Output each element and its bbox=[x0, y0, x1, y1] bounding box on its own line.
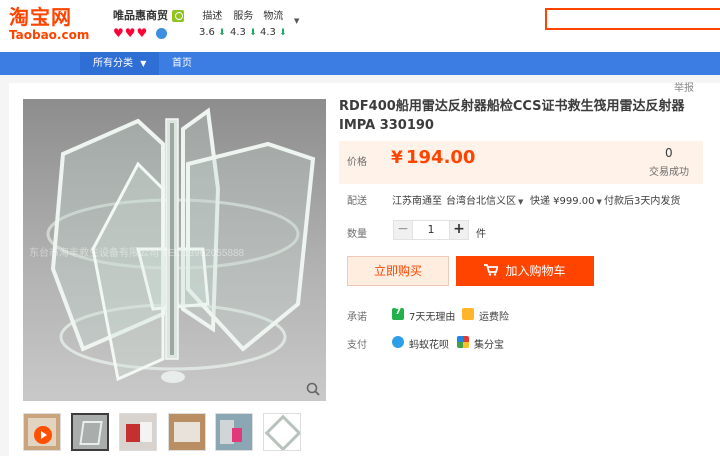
huabei-icon bbox=[392, 336, 404, 348]
jifenbao-icon bbox=[457, 336, 469, 348]
watermark-text: 东台市海丰救生设备有限公司 TEL:13962055888 bbox=[29, 246, 245, 259]
score-label: 描述 bbox=[202, 11, 223, 22]
thumbnail-strip bbox=[23, 413, 313, 453]
score-value: 4.3 ⬇ bbox=[230, 27, 257, 38]
quantity-increase-button[interactable]: + bbox=[449, 220, 469, 240]
heart-icon: ♥ bbox=[124, 26, 136, 40]
pay-2[interactable]: 集分宝 bbox=[474, 336, 504, 351]
quantity-label: 数量 bbox=[347, 229, 367, 240]
down-arrow-icon: ⬇ bbox=[279, 28, 287, 38]
shipping-fee-selector[interactable]: 快递 ¥999.00 ▼ bbox=[530, 192, 602, 207]
radar-reflector-image: 东台市海丰救生设备有限公司 TEL:13962055888 bbox=[29, 107, 316, 383]
zoom-icon[interactable] bbox=[306, 382, 320, 396]
sold-count: 0 bbox=[665, 146, 673, 160]
price-value: 194.00 bbox=[406, 147, 476, 168]
thumbnail-3[interactable] bbox=[168, 413, 206, 451]
chevron-down-icon: ▼ bbox=[140, 59, 147, 68]
pay-label: 支付 bbox=[347, 340, 367, 351]
score-label: 物流 bbox=[263, 11, 284, 22]
delivery-label: 配送 bbox=[347, 196, 367, 207]
price-label: 价格 bbox=[347, 157, 367, 168]
thumbnail-video[interactable] bbox=[23, 413, 61, 451]
nav-category-label: 所有分类 bbox=[93, 58, 133, 69]
shop-badge-icon bbox=[172, 10, 184, 22]
logo-text-en: Taobao.com bbox=[9, 28, 90, 42]
ship-to: 台湾台北信义区 bbox=[446, 196, 516, 207]
down-arrow-icon: ⬇ bbox=[249, 28, 257, 38]
ship-from: 江苏南通 bbox=[392, 196, 432, 207]
shop-name[interactable]: 唯品惠商贸 bbox=[113, 9, 168, 23]
shop-nav: 所有分类 ▼ 首页 bbox=[0, 52, 720, 75]
top-header: 淘宝网 Taobao.com 唯品惠商贸 ♥ ♥ ♥ 描述 3.6 ⬇ 服务 4… bbox=[0, 0, 720, 52]
product-title: RDF400船用雷达反射器船检CCS证书救生筏用雷达反射器IMPA 330190 bbox=[339, 99, 685, 133]
ship-to-selector[interactable]: 台湾台北信义区 ▼ bbox=[446, 192, 523, 207]
score-value: 4.3 ⬇ bbox=[260, 27, 287, 38]
score-value: 3.6 ⬇ bbox=[199, 27, 226, 38]
thumbnail-4[interactable] bbox=[215, 413, 253, 451]
score-service: 服务 4.3 ⬇ bbox=[230, 10, 257, 40]
quantity-unit: 件 bbox=[476, 229, 486, 240]
promise-1[interactable]: 7天无理由 bbox=[409, 308, 455, 323]
shop-name-row[interactable]: 唯品惠商贸 bbox=[113, 9, 193, 23]
price-panel: 价格 ¥ 194.00 0 交易成功 bbox=[339, 141, 703, 184]
add-to-cart-label: 加入购物车 bbox=[505, 264, 566, 278]
heart-icon: ♥ bbox=[136, 26, 148, 40]
ship-to-word: 至 bbox=[432, 196, 442, 207]
taobao-logo[interactable]: 淘宝网 Taobao.com bbox=[9, 5, 91, 42]
heart-icon: ♥ bbox=[113, 26, 124, 40]
shop-info: 唯品惠商贸 ♥ ♥ ♥ bbox=[113, 9, 193, 39]
promise-2[interactable]: 运费险 bbox=[479, 308, 509, 323]
score-label: 服务 bbox=[233, 11, 254, 22]
promise-label: 承诺 bbox=[347, 312, 367, 323]
score-desc: 描述 3.6 ⬇ bbox=[199, 10, 226, 40]
down-arrow-icon: ⬇ bbox=[218, 28, 226, 38]
thumbnail-1[interactable] bbox=[71, 413, 109, 451]
pay-1[interactable]: 蚂蚁花呗 bbox=[409, 336, 449, 351]
chevron-down-icon: ▼ bbox=[518, 198, 524, 206]
buy-now-button[interactable]: 立即购买 bbox=[347, 256, 449, 286]
thumbnail-5[interactable] bbox=[263, 413, 301, 451]
thumbnail-2[interactable] bbox=[119, 413, 157, 451]
nav-home[interactable]: 首页 bbox=[172, 52, 192, 75]
chevron-down-icon[interactable]: ▼ bbox=[294, 17, 299, 25]
price-currency: ¥ bbox=[391, 148, 403, 168]
quantity-decrease-button[interactable]: − bbox=[393, 220, 413, 240]
sold-label: 交易成功 bbox=[649, 167, 689, 178]
nav-all-categories[interactable]: 所有分类 ▼ bbox=[80, 52, 159, 75]
seven-day-return-icon: 7 bbox=[392, 307, 404, 320]
coin-icon bbox=[156, 27, 168, 39]
product-main-image[interactable]: 东台市海丰救生设备有限公司 TEL:13962055888 bbox=[23, 99, 326, 401]
shipping-insurance-icon bbox=[462, 308, 474, 320]
quantity-input[interactable]: 1 bbox=[412, 220, 450, 240]
ship-time: 付款后3天内发货 bbox=[604, 196, 681, 207]
shipping-fee: 快递 ¥999.00 bbox=[530, 196, 595, 207]
score-logistics: 物流 4.3 ⬇ bbox=[260, 10, 287, 40]
logo-text-cn: 淘宝网 bbox=[9, 5, 72, 29]
shop-level: ♥ ♥ ♥ bbox=[113, 27, 193, 39]
add-to-cart-button[interactable]: 加入购物车 bbox=[456, 256, 594, 286]
cart-icon bbox=[484, 264, 499, 276]
report-link[interactable]: 举报 bbox=[674, 79, 694, 94]
chevron-down-icon: ▼ bbox=[596, 198, 602, 206]
search-input[interactable] bbox=[545, 8, 720, 30]
play-icon bbox=[34, 426, 52, 444]
